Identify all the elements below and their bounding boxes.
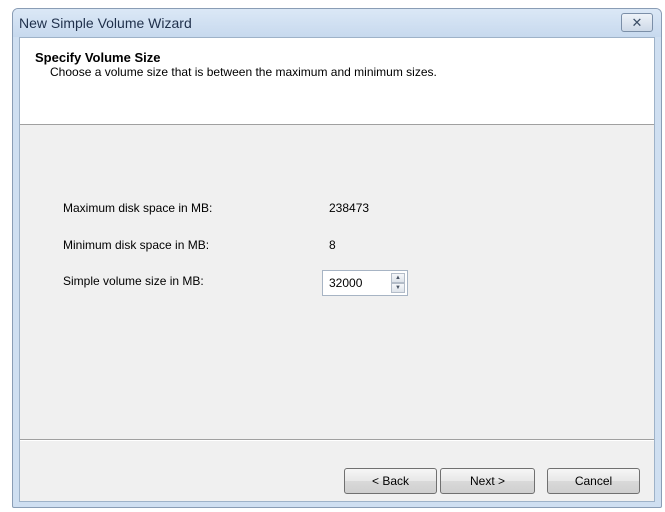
footer-divider [20,439,654,441]
close-icon: ✕ [631,15,643,30]
title-bar: New Simple Volume Wizard ✕ [13,9,661,37]
volume-size-label: Simple volume size in MB: [63,274,204,288]
volume-size-stepper[interactable]: 32000 ▲ ▼ [322,270,408,296]
max-space-label: Maximum disk space in MB: [63,201,213,215]
window-title: New Simple Volume Wizard [19,15,192,31]
wizard-header: Specify Volume Size Choose a volume size… [20,38,654,125]
page-subtitle: Choose a volume size that is between the… [50,65,437,79]
next-button[interactable]: Next > [440,468,535,494]
min-space-label: Minimum disk space in MB: [63,238,210,252]
spin-up-arrow-icon[interactable]: ▲ [391,273,405,283]
volume-size-input[interactable]: 32000 [329,276,362,290]
cancel-button[interactable]: Cancel [547,468,640,494]
back-button[interactable]: < Back [344,468,437,494]
max-space-value: 238473 [329,201,370,215]
wizard-body: Specify Volume Size Choose a volume size… [19,37,655,502]
spin-down-arrow-icon[interactable]: ▼ [391,283,405,293]
min-space-value: 8 [329,238,336,252]
page-title: Specify Volume Size [35,50,161,65]
close-button[interactable]: ✕ [621,13,653,32]
wizard-window: New Simple Volume Wizard ✕ Specify Volum… [12,8,662,508]
